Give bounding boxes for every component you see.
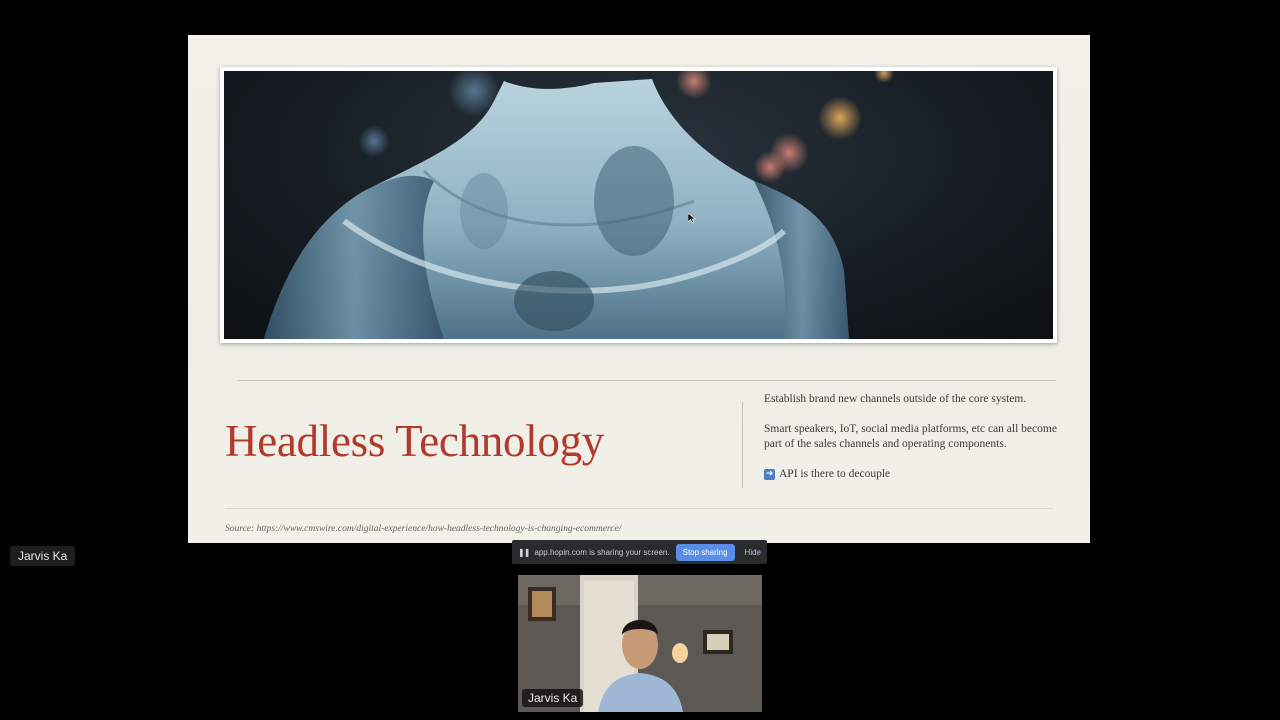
mouse-cursor-icon <box>688 213 696 223</box>
bottom-divider <box>225 508 1053 509</box>
screen-share-view: Headless Technology Establish brand new … <box>0 0 1280 720</box>
hide-button[interactable]: Hide <box>745 548 761 557</box>
presentation-slide: Headless Technology Establish brand new … <box>188 35 1090 543</box>
api-note: ➜ API is there to decouple <box>764 467 1064 482</box>
webcam-name-tag: Jarvis Ka <box>522 689 584 707</box>
bullet-point: Smart speakers, IoT, social media platfo… <box>764 423 1057 450</box>
slide-title: Headless Technology <box>225 416 604 466</box>
stop-sharing-button[interactable]: Stop sharing <box>675 543 735 561</box>
headless-statue-image <box>224 71 1053 339</box>
right-arrow-icon: ➜ <box>764 469 775 480</box>
participant-name-tag: Jarvis Ka <box>10 546 76 566</box>
hero-image-frame <box>220 67 1057 343</box>
screen-share-bar: ❚❚ app.hopin.com is sharing your screen.… <box>512 540 767 564</box>
api-note-text: API is there to decouple <box>779 468 891 480</box>
vertical-divider <box>742 402 743 488</box>
slide-bullets: Establish brand new channels outside of … <box>764 392 1064 482</box>
share-message: app.hopin.com is sharing your screen. <box>534 547 670 557</box>
bullet-point: Establish brand new channels outside of … <box>764 393 1027 405</box>
pause-icon: ❚❚ <box>518 547 530 557</box>
source-citation: Source: https://www.cmswire.com/digital-… <box>225 524 622 534</box>
top-divider <box>238 380 1056 381</box>
